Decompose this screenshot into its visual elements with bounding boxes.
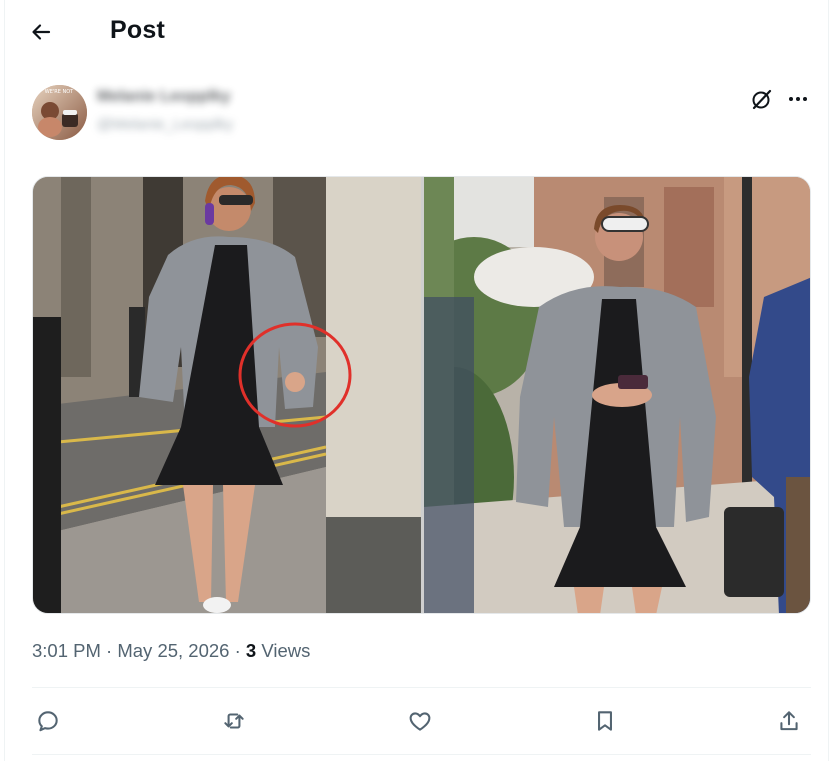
divider xyxy=(32,687,811,688)
avatar-image: WE'RE NOT xyxy=(32,85,87,140)
post-time[interactable]: 3:01 PM xyxy=(32,640,101,661)
repost-button[interactable] xyxy=(217,704,251,738)
post-detail-panel: Post WE'RE NOT Melanie Leopplky @Melanie… xyxy=(4,0,829,761)
share-icon xyxy=(780,711,798,731)
photo-street-walking xyxy=(33,177,421,613)
avatar-caption: WE'RE NOT xyxy=(45,89,74,95)
like-icon xyxy=(409,712,431,731)
meta-separator: · xyxy=(106,640,113,661)
views-count: 3 xyxy=(245,640,257,661)
post-header: Post xyxy=(5,0,828,64)
like-button[interactable] xyxy=(403,704,437,738)
post-actions-bar xyxy=(5,704,828,738)
grok-button[interactable] xyxy=(749,86,775,112)
grok-icon xyxy=(752,89,772,110)
bookmark-icon xyxy=(598,711,612,731)
page-title: Post xyxy=(110,16,165,44)
share-button[interactable] xyxy=(772,704,806,738)
meta-separator: · xyxy=(234,640,241,661)
divider xyxy=(32,754,811,755)
views-label: Views xyxy=(261,640,311,661)
arrow-left-icon xyxy=(32,24,51,40)
photo-phone-walking xyxy=(424,177,810,613)
post-photo-2[interactable] xyxy=(424,177,810,613)
more-options-button[interactable] xyxy=(785,86,811,112)
bookmark-button[interactable] xyxy=(588,704,622,738)
reply-icon xyxy=(38,711,58,732)
back-button[interactable] xyxy=(27,18,55,46)
author-handle[interactable]: @Melanie_Leopplky xyxy=(97,116,233,133)
post-photo-1[interactable] xyxy=(33,177,421,613)
reply-button[interactable] xyxy=(31,704,65,738)
repost-icon xyxy=(224,713,244,729)
avatar[interactable]: WE'RE NOT xyxy=(32,85,87,140)
post-date[interactable]: May 25, 2026 xyxy=(117,640,229,661)
post-meta: 3:01 PM · May 25, 2026 · 3 Views xyxy=(32,640,310,662)
more-horizontal-icon xyxy=(789,97,807,101)
post-media-grid xyxy=(32,176,811,614)
author-name[interactable]: Melanie Leopplky xyxy=(97,88,230,106)
